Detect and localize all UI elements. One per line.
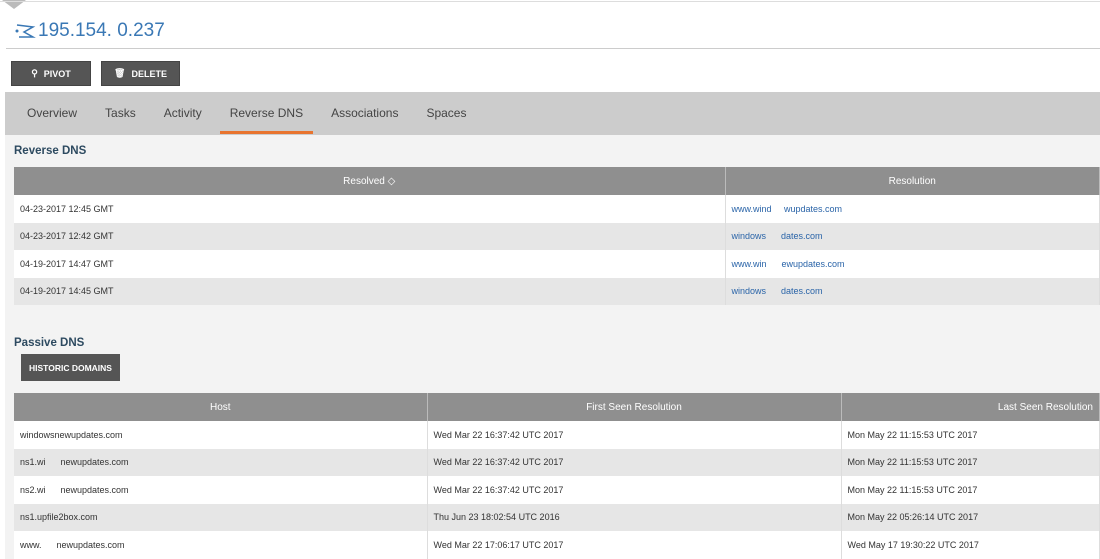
resolution-link[interactable]: www.win ewupdates.com <box>732 259 845 269</box>
table-cell: Wed Mar 22 16:37:42 UTC 2017 <box>427 476 842 504</box>
table-cell: 04-23-2017 12:42 GMT <box>14 222 726 250</box>
reverse-dns-heading: Reverse DNS <box>14 145 87 157</box>
table-cell: Mon May 22 11:15:53 UTC 2017 <box>841 421 1100 449</box>
table-cell: ns1.wi newupdates.com <box>14 448 428 476</box>
trash-icon: 🗑 <box>114 68 126 78</box>
table-row: ns1.upfile2box.com Thu Jun 23 18:02:54 UT… <box>14 503 1100 531</box>
reverse-dns-table: Resolved ◇ Resolution 04-23-2017 12:45 GM… <box>14 167 1100 305</box>
cell-text: Mon May 22 05:26:14 UTC 2017 <box>847 512 979 523</box>
cell-text: Mon May 22 11:15:53 UTC 2017 <box>847 484 978 495</box>
resolution-link[interactable]: windows dates.com <box>732 231 823 241</box>
table-cell: Wed Mar 22 16:37:42 UTC 2017 <box>427 448 842 476</box>
cell-text: Mon May 22 11:15:53 UTC 2017 <box>847 429 978 440</box>
divider <box>6 48 1100 49</box>
passive-dns-heading: Passive DNS <box>14 337 85 349</box>
table-cell: windows dates.com <box>725 222 1100 250</box>
column-last-seen: Last Seen Resolution <box>841 393 1100 421</box>
table-row: www. newupdates.com Wed Mar 22 17:06:17 U… <box>14 531 1100 559</box>
table-cell: Mon May 22 05:26:14 UTC 2017 <box>841 503 1100 531</box>
cell-text: ns2.wi newupdates.com <box>20 484 129 495</box>
resolution-link[interactable]: windows dates.com <box>732 286 823 296</box>
cell-text: ns1.wi newupdates.com <box>20 457 129 468</box>
cell-text: ns1.upfile2box.com <box>20 512 98 523</box>
page-title: 195.154. 0.237 <box>14 20 165 42</box>
pivot-button[interactable]: ⚲ PIVOT <box>11 61 91 86</box>
cell-text: Thu Jun 23 18:02:54 UTC 2016 <box>433 512 560 523</box>
table-row: windowsnewupdates.com Wed Mar 22 16:37:42… <box>14 421 1100 449</box>
cell-text: Wed Mar 22 16:37:42 UTC 2017 <box>433 484 564 495</box>
delete-label: DELETE <box>131 68 167 79</box>
table-row: ns2.wi newupdates.com Wed Mar 22 16:37:42… <box>14 476 1100 504</box>
cell-text: 04-23-2017 12:45 GMT <box>20 203 114 214</box>
tab-overview[interactable]: Overview <box>13 92 91 135</box>
cell-text: 04-19-2017 14:47 GMT <box>20 258 114 269</box>
cell-text: Wed Mar 22 16:37:42 UTC 2017 <box>433 457 564 468</box>
table-cell: windowsnewupdates.com <box>14 421 428 449</box>
table-row: 04-19-2017 14:47 GMT www.win ewupdates.co… <box>14 250 1100 278</box>
table-cell: Mon May 22 11:15:53 UTC 2017 <box>841 476 1100 504</box>
column-resolution: Resolution <box>725 167 1100 195</box>
address-icon <box>15 24 36 38</box>
resolution-link[interactable]: www.wind wupdates.com <box>732 204 843 214</box>
tab-reverse-dns[interactable]: Reverse DNS <box>216 92 317 135</box>
table-cell: Wed May 17 19:30:22 UTC 2017 <box>841 531 1100 559</box>
tab-bar: Overview Tasks Activity Reverse DNS Asso… <box>5 92 1100 135</box>
search-icon: ⚲ <box>31 68 38 78</box>
table-cell: Thu Jun 23 18:02:54 UTC 2016 <box>427 503 842 531</box>
table-cell: www.win ewupdates.com <box>725 250 1100 278</box>
table-cell: Wed Mar 22 17:06:17 UTC 2017 <box>427 531 842 559</box>
cell-text: Wed Mar 22 16:37:42 UTC 2017 <box>433 429 564 440</box>
table-cell: 04-19-2017 14:45 GMT <box>14 277 726 305</box>
column-host: Host <box>14 393 428 421</box>
table-row: ns1.wi newupdates.com Wed Mar 22 16:37:42… <box>14 448 1100 476</box>
table-cell: 04-23-2017 12:45 GMT <box>14 195 726 223</box>
column-first-seen: First Seen Resolution <box>427 393 842 421</box>
tab-tasks[interactable]: Tasks <box>91 92 150 135</box>
tab-spaces[interactable]: Spaces <box>412 92 480 135</box>
cell-text: www. newupdates.com <box>20 539 125 550</box>
cell-text: windowsnewupdates.com <box>20 429 123 440</box>
table-cell: Mon May 22 11:15:53 UTC 2017 <box>841 448 1100 476</box>
cell-text: 04-19-2017 14:45 GMT <box>20 286 114 297</box>
table-cell: www. newupdates.com <box>14 531 428 559</box>
ip-address: 195.154. 0.237 <box>38 20 165 41</box>
table-cell: 04-19-2017 14:47 GMT <box>14 250 726 278</box>
cell-text: 04-23-2017 12:42 GMT <box>20 231 114 242</box>
pivot-label: PIVOT <box>43 68 71 79</box>
cell-text: Wed May 17 19:30:22 UTC 2017 <box>847 539 979 550</box>
historic-domains-button[interactable]: HISTORIC DOMAINS <box>21 354 120 381</box>
table-cell: Wed Mar 22 16:37:42 UTC 2017 <box>427 421 842 449</box>
cell-text: Wed Mar 22 17:06:17 UTC 2017 <box>433 539 564 550</box>
cell-text: Mon May 22 11:15:53 UTC 2017 <box>847 457 978 468</box>
delete-button[interactable]: 🗑 DELETE <box>101 61 180 86</box>
table-row: 04-23-2017 12:42 GMT windows dates.com <box>14 222 1100 250</box>
tab-associations[interactable]: Associations <box>317 92 412 135</box>
table-cell: www.wind wupdates.com <box>725 195 1100 223</box>
table-cell: windows dates.com <box>725 277 1100 305</box>
table-cell: ns2.wi newupdates.com <box>14 476 428 504</box>
table-row: 04-19-2017 14:45 GMT windows dates.com <box>14 277 1100 305</box>
column-resolved[interactable]: Resolved ◇ <box>14 167 726 195</box>
top-divider <box>0 1 1100 2</box>
tab-activity[interactable]: Activity <box>150 92 216 135</box>
table-cell: ns1.upfile2box.com <box>14 503 428 531</box>
passive-dns-table: Host First Seen Resolution Last Seen Resol… <box>14 393 1100 559</box>
table-row: 04-23-2017 12:45 GMT www.wind wupdates.co… <box>14 195 1100 223</box>
